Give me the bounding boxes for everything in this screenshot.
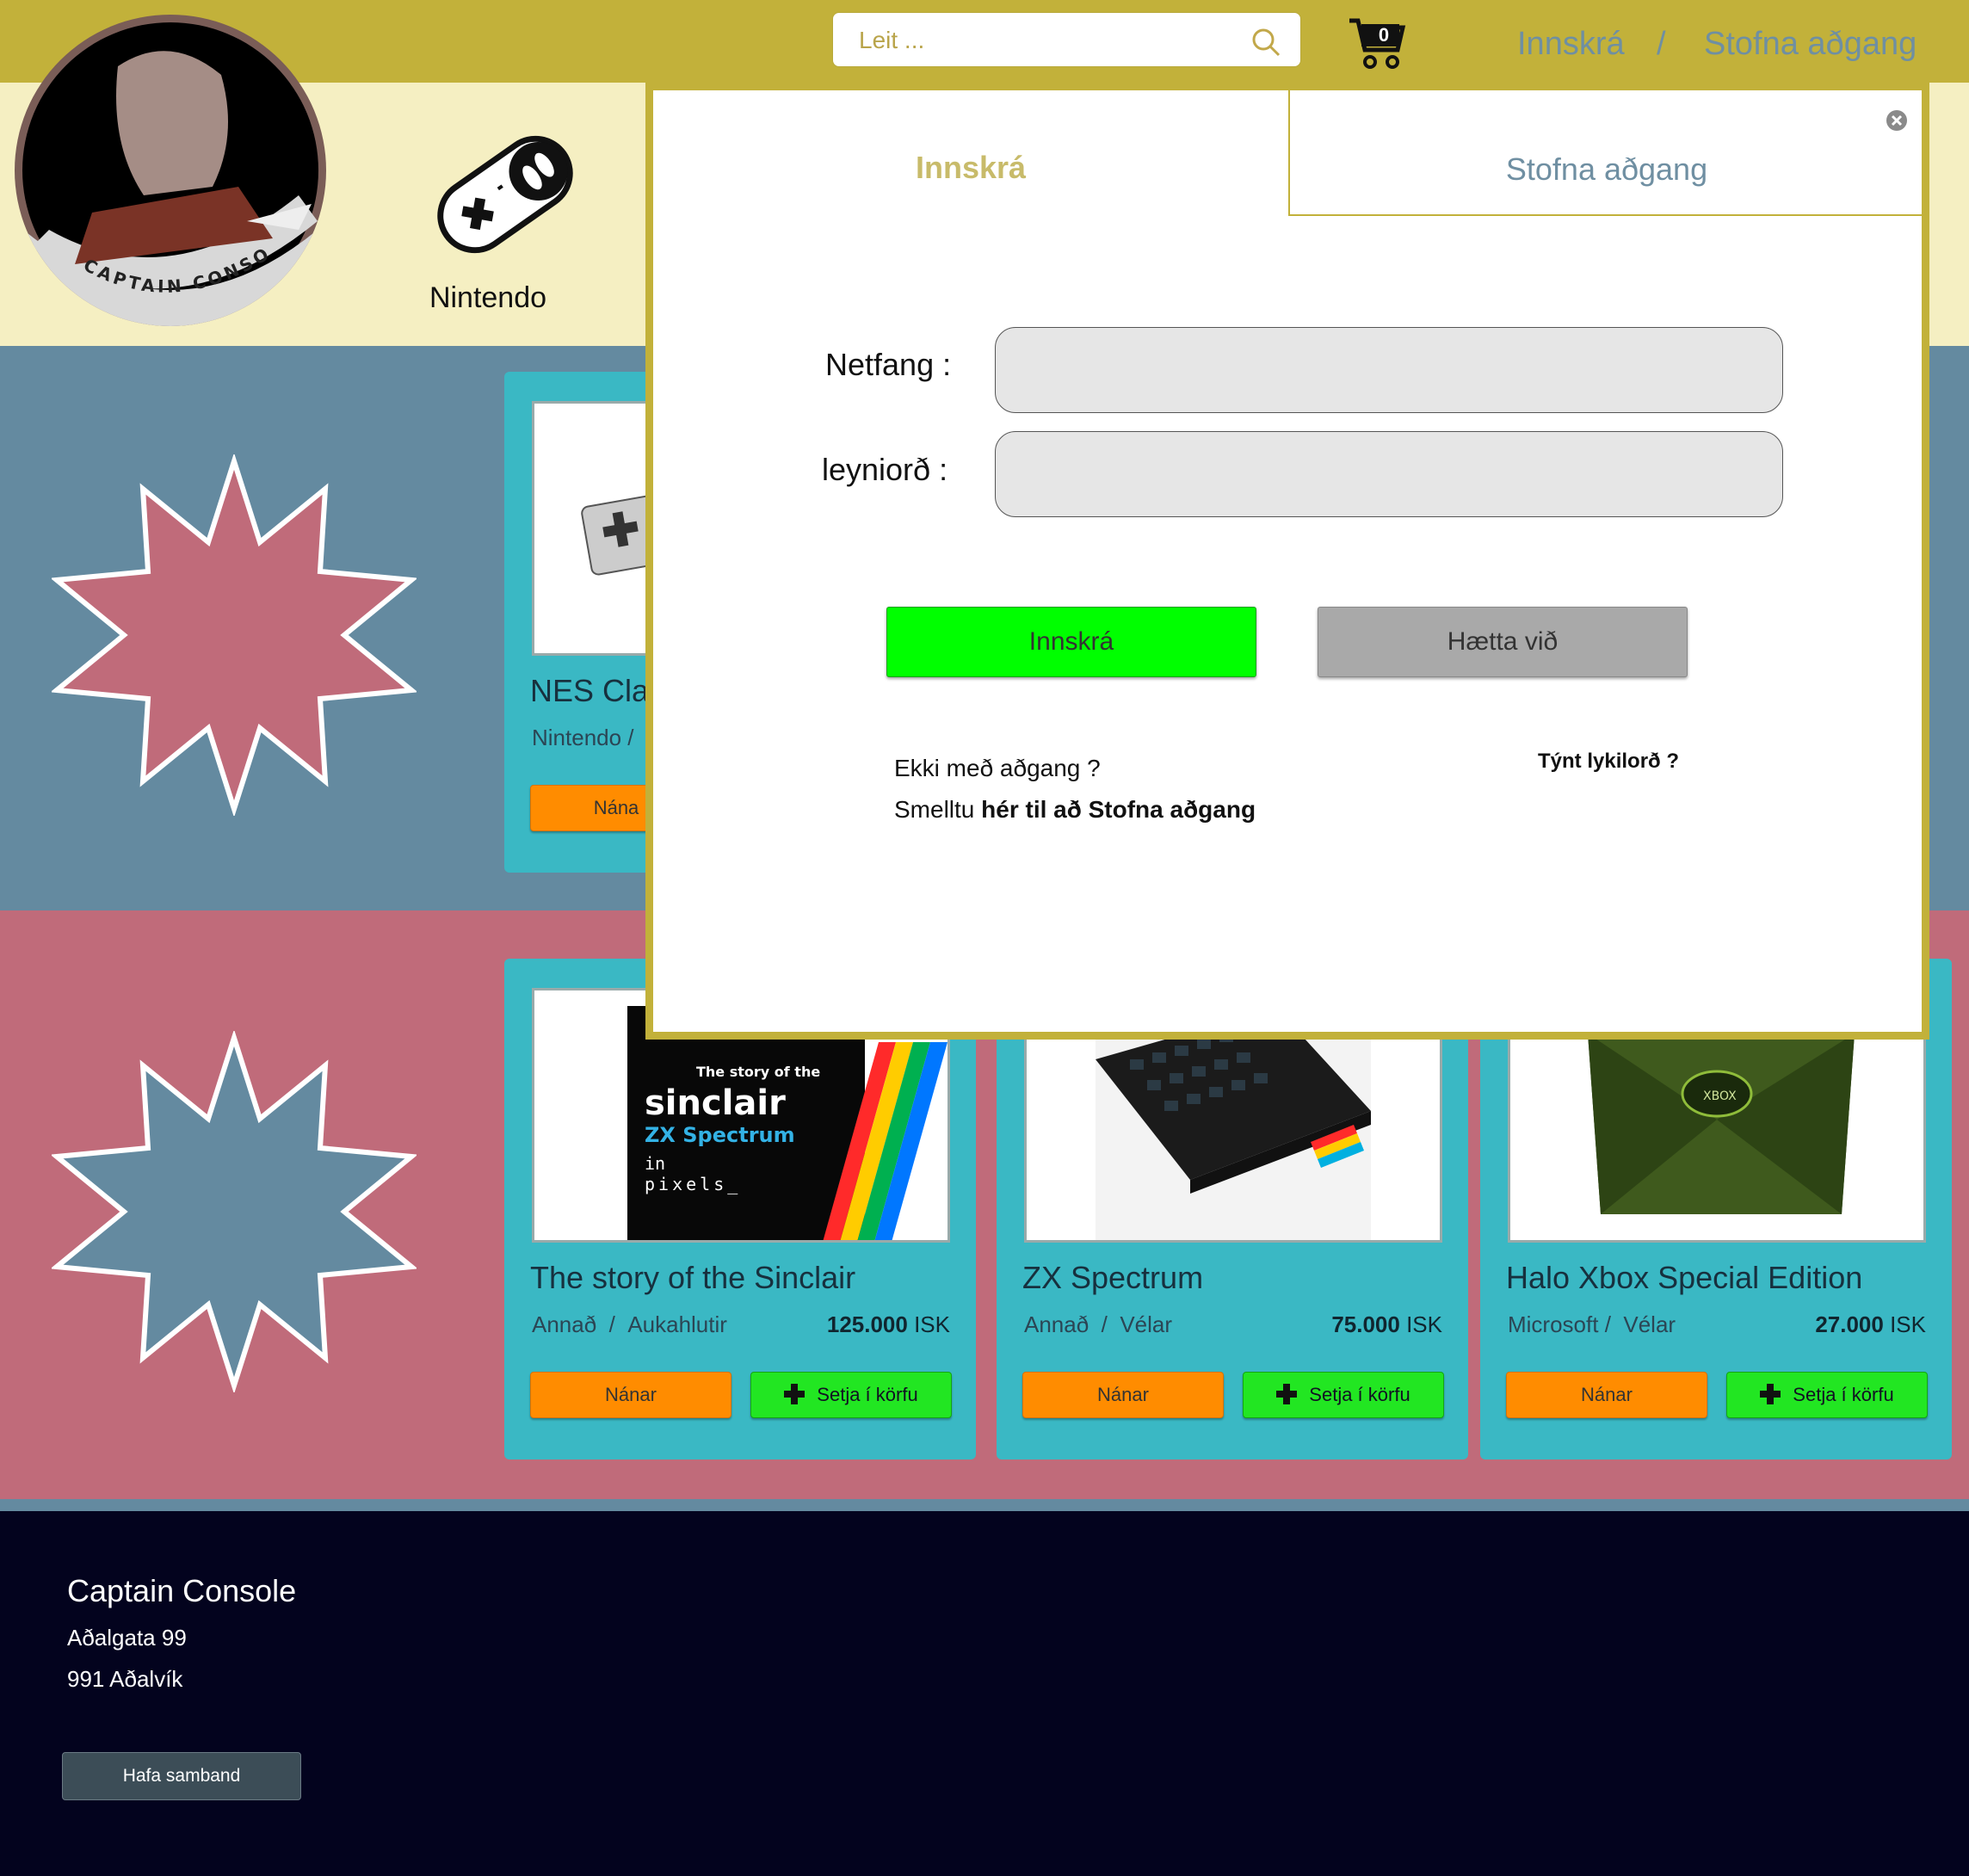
svg-text:ZX Spectrum: ZX Spectrum	[645, 1123, 795, 1147]
signup-link[interactable]: Stofna aðgang	[1704, 26, 1917, 63]
add-to-cart-button[interactable]: Setja í körfu	[1726, 1372, 1928, 1418]
plus-icon	[1276, 1384, 1298, 1405]
category-nintendo[interactable]: Nintendo	[425, 117, 585, 315]
product-meta: Annað / Aukahlutir	[532, 1311, 727, 1337]
category-label: Nintendo	[429, 281, 547, 314]
email-label: Netfang :	[825, 347, 952, 382]
svg-text:in: in	[645, 1153, 665, 1174]
auth-separator: /	[1657, 26, 1666, 62]
section-divider	[0, 1499, 1969, 1511]
details-button[interactable]: Nánar	[530, 1372, 731, 1418]
product-meta: Nintendo /	[532, 725, 634, 750]
svg-text:pixels_: pixels_	[645, 1174, 741, 1194]
tab-signup[interactable]: Stofna aðgang	[1288, 90, 1923, 216]
contact-button[interactable]: Hafa samband	[62, 1752, 301, 1800]
search-input[interactable]: Leit ...	[832, 12, 1301, 67]
email-field[interactable]	[995, 327, 1783, 413]
details-button[interactable]: Nánar	[1506, 1372, 1707, 1418]
footer-company-name: Captain Console	[67, 1573, 297, 1608]
signup-prompt: Smelltu hér til að Stofna aðgang	[894, 796, 1256, 823]
product-title[interactable]: Halo Xbox Special Edition	[1506, 1260, 1862, 1296]
login-submit-button[interactable]: Innskrá	[886, 607, 1256, 677]
svg-text:The story of the: The story of the	[696, 1064, 820, 1080]
search-icon[interactable]	[1249, 25, 1283, 59]
footer-address-street: Aðalgata 99	[67, 1625, 187, 1651]
cancel-button[interactable]: Hætta við	[1318, 607, 1688, 677]
signup-here-link[interactable]: hér til að Stofna aðgang	[981, 796, 1256, 823]
close-icon[interactable]	[1886, 109, 1908, 132]
product-meta: Annað / Vélar	[1024, 1311, 1173, 1337]
product-price: 75.000 ISK	[1331, 1311, 1442, 1337]
cart-count: 0	[1378, 24, 1390, 46]
password-label: leyniorð :	[822, 452, 948, 487]
gamepad-icon	[437, 135, 573, 254]
top-bar: Leit ... 0 Innskrá / Stofna aðgang	[0, 0, 1969, 83]
product-meta: Microsoft / Vélar	[1508, 1311, 1676, 1337]
product-price: 27.000 ISK	[1815, 1311, 1926, 1337]
password-field[interactable]	[995, 431, 1783, 517]
no-account-text: Ekki með aðgang ?	[894, 755, 1101, 781]
tab-login[interactable]: Innskrá	[653, 90, 1288, 216]
footer	[0, 1511, 1969, 1876]
plus-icon	[784, 1384, 806, 1405]
product-title[interactable]: ZX Spectrum	[1022, 1260, 1203, 1296]
captain-console-logo[interactable]: CAPTAIN CONSOLE	[15, 15, 326, 326]
login-link[interactable]: Innskrá	[1517, 26, 1625, 63]
product-title[interactable]: The story of the Sinclair	[530, 1260, 855, 1296]
add-to-cart-button[interactable]: Setja í körfu	[750, 1372, 952, 1418]
svg-text:XBOX: XBOX	[1703, 1089, 1737, 1103]
svg-text:sinclair: sinclair	[645, 1083, 786, 1123]
add-to-cart-button[interactable]: Setja í körfu	[1243, 1372, 1444, 1418]
product-price: 125.000 ISK	[826, 1311, 950, 1337]
lost-password-link[interactable]: Týnt lykilorð ?	[1538, 750, 1679, 774]
cart-button[interactable]: 0	[1348, 15, 1408, 72]
product-title[interactable]: NES Clas	[530, 673, 664, 709]
popular-burst: VINSÆLUSTU vörurnar	[50, 453, 690, 818]
login-modal: Innskrá Stofna aðgang Netfang : leyniorð…	[645, 83, 1929, 1040]
details-button[interactable]: Nánar	[1022, 1372, 1224, 1418]
plus-icon	[1760, 1384, 1781, 1405]
search-placeholder: Leit ...	[859, 27, 925, 53]
footer-address-city: 991 Aðalvík	[67, 1666, 183, 1692]
new-burst: VAR AÐ KOMA til okkar	[50, 1029, 693, 1394]
